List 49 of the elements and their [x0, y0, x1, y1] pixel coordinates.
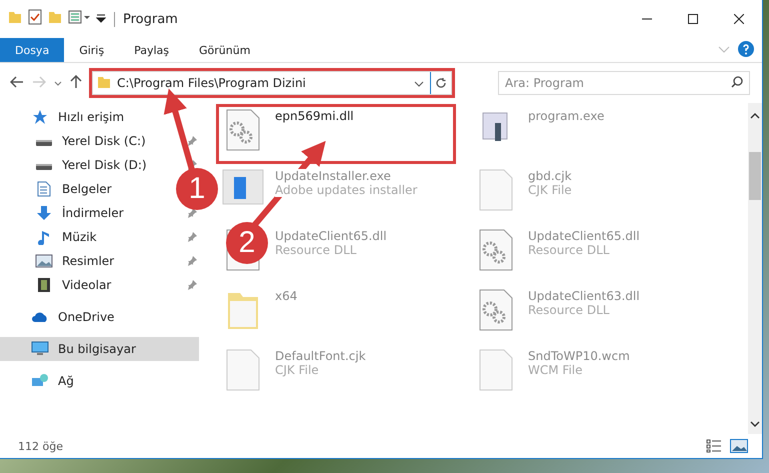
sidebar-item[interactable]: Videolar — [62, 278, 112, 292]
file-name: UpdateClient63.dll — [528, 289, 640, 303]
ribbon-tab[interactable]: Giriş — [64, 38, 120, 62]
file-type: Adobe updates installer — [275, 183, 418, 197]
sidebar-item[interactable]: Ağ — [58, 374, 74, 388]
ribbon-tab[interactable]: Görünüm — [184, 38, 266, 62]
item-count: 112 öğe — [18, 440, 63, 452]
search-icon[interactable] — [731, 76, 743, 90]
ribbon-tab[interactable]: Dosya — [0, 38, 64, 62]
computer-icon — [30, 341, 50, 357]
back-arrow-icon[interactable] — [10, 76, 24, 90]
sidebar-item[interactable]: Yerel Disk (C:) — [62, 134, 146, 148]
search-field[interactable]: Ara: Program — [498, 71, 750, 95]
address-bar[interactable]: C:\Program Files\Program Dizini — [92, 71, 452, 95]
sidebar-item[interactable]: İndirmeler — [62, 206, 124, 220]
picture-icon — [34, 254, 54, 268]
details-view-icon[interactable] — [706, 439, 722, 453]
highlighted-file-item[interactable]: epn569mi.dll — [217, 105, 455, 163]
maximize-icon[interactable] — [688, 14, 698, 24]
scrollbar[interactable] — [748, 103, 762, 434]
sidebar-item[interactable]: Müzik — [62, 230, 97, 244]
sidebar-item[interactable]: OneDrive — [58, 310, 114, 324]
file-name: UpdateClient65.dll — [528, 229, 640, 243]
sidebar-item[interactable]: Bu bilgisayar — [58, 342, 136, 356]
pin-icon[interactable] — [187, 208, 197, 218]
close-icon[interactable] — [734, 14, 744, 24]
network-icon — [30, 373, 50, 389]
file-name: gbd.cjk — [528, 169, 572, 183]
pin-icon[interactable] — [187, 136, 197, 146]
file-name: epn569mi.dll — [275, 109, 354, 123]
file-name: SndToWP10.wcm — [528, 349, 630, 363]
ribbon-tab[interactable]: Paylaş — [119, 38, 184, 62]
file-name: x64 — [275, 289, 298, 303]
pin-icon[interactable] — [187, 232, 197, 242]
file-name: UpdateClient65.dll — [275, 229, 387, 243]
file-name: DefaultFont.cjk — [275, 349, 366, 363]
window-title: Program — [114, 12, 178, 26]
file-type: CJK File — [528, 183, 572, 197]
sidebar-item[interactable]: Hızlı erişim — [58, 110, 124, 124]
help-icon[interactable] — [738, 40, 754, 60]
sidebar-item[interactable]: Yerel Disk (D:) — [62, 158, 147, 172]
installer-icon — [221, 167, 265, 205]
scrollbar-thumb[interactable] — [749, 152, 761, 200]
pin-icon[interactable] — [187, 256, 197, 266]
sidebar-item-highlight[interactable]: Bu bilgisayar — [0, 337, 199, 361]
sidebar-item[interactable]: Resimler — [62, 254, 114, 268]
sidebar-item[interactable]: Belgeler — [62, 182, 112, 196]
pin-icon[interactable] — [187, 280, 197, 290]
thumbnail-view-icon[interactable] — [730, 439, 748, 453]
